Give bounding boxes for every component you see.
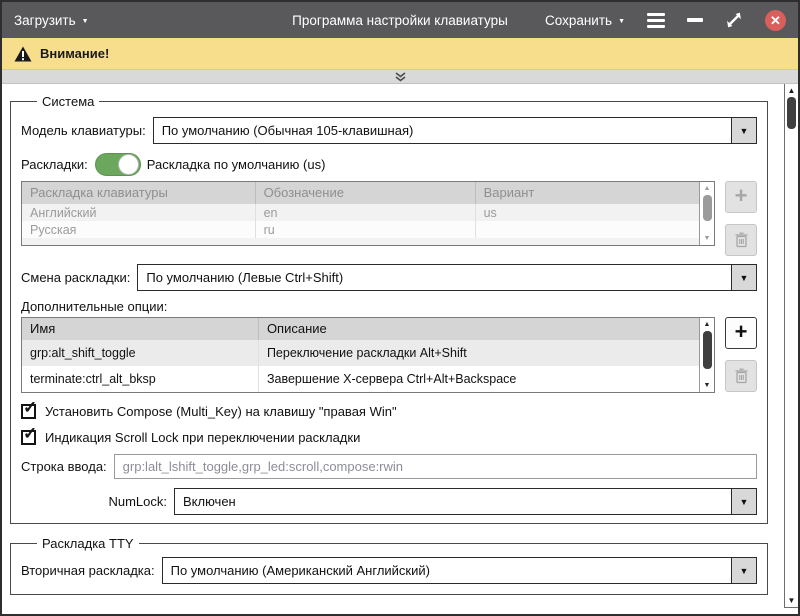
options-table-scrollbar[interactable]: ▲ ▼ [699, 318, 714, 392]
window-scrollbar[interactable]: ▲ ▼ [784, 84, 798, 608]
cell-option-description: Переключение раскладки Alt+Shift [259, 340, 699, 366]
titlebar: Программа настройки клавиатуры Загрузить… [2, 2, 798, 38]
layouts-table-header: Обозначение [256, 182, 476, 204]
compose-checkbox-label: Установить Compose (Multi_Key) на клавиш… [45, 404, 397, 419]
layouts-label: Раскладки: [21, 157, 88, 172]
cell-option-description: Завершение X-сервера Ctrl+Alt+Backspace [259, 366, 699, 392]
scroll-lock-checkbox-label: Индикация Scroll Lock при переключении р… [45, 430, 360, 445]
caret-down-icon: ▼ [82, 16, 89, 25]
table-row[interactable]: terminate:ctrl_alt_bksp Завершение X-сер… [22, 366, 699, 392]
scroll-up-icon[interactable]: ▲ [788, 84, 796, 97]
table-row[interactable]: grp:alt_shift_toggle Переключение раскла… [22, 340, 699, 366]
layouts-toggle-state-label: Раскладка по умолчанию (us) [147, 157, 326, 172]
delete-layout-button[interactable] [725, 224, 757, 256]
delete-option-button[interactable] [725, 360, 757, 392]
cell-option-name: terminate:ctrl_alt_bksp [22, 366, 259, 392]
caret-down-icon: ▼ [618, 16, 625, 25]
plus-icon: + [735, 321, 748, 343]
extra-options-table: Имя Описание grp:alt_shift_toggle Перекл… [21, 317, 715, 393]
input-string-value: grp:lalt_lshift_toggle,grp_led:scroll,co… [123, 459, 403, 474]
layout-switch-value: По умолчанию (Левые Ctrl+Shift) [138, 265, 731, 290]
system-section: Система Модель клавиатуры: По умолчанию … [10, 94, 768, 524]
dropdown-arrow-icon[interactable]: ▼ [731, 118, 756, 143]
add-layout-button[interactable]: + [725, 181, 757, 213]
scroll-down-icon[interactable]: ▼ [704, 232, 711, 245]
cell-option-name: grp:alt_shift_toggle [22, 340, 259, 366]
secondary-layout-value: По умолчанию (Американский Английский) [163, 558, 731, 583]
maximize-icon[interactable] [725, 11, 743, 29]
check-icon: ✓ [23, 398, 37, 418]
layouts-toggle[interactable] [95, 153, 141, 176]
secondary-layout-select[interactable]: По умолчанию (Американский Английский) ▼ [162, 557, 757, 584]
dropdown-arrow-icon[interactable]: ▼ [731, 265, 756, 290]
scrollbar-thumb[interactable] [787, 97, 796, 129]
layouts-table-header: Раскладка клавиатуры [22, 182, 256, 204]
scroll-up-icon[interactable]: ▲ [704, 182, 711, 195]
trash-icon [734, 368, 749, 384]
dropdown-arrow-icon[interactable]: ▼ [731, 558, 756, 583]
plus-icon: + [735, 185, 748, 207]
warning-banner: Внимание! [2, 38, 798, 70]
close-icon: ✕ [770, 14, 781, 27]
cell-layout-variant [476, 221, 699, 238]
cell-layout-name: Русская [22, 221, 256, 238]
load-menu-label: Загрузить [14, 13, 76, 28]
double-chevron-down-icon [394, 72, 407, 82]
scroll-lock-checkbox[interactable]: ✓ [21, 430, 36, 445]
layouts-table-header: Вариант [476, 182, 699, 204]
warning-icon [14, 46, 32, 62]
cell-layout-name: Английский [22, 204, 256, 221]
keyboard-model-value: По умолчанию (Обычная 105-клавишная) [154, 118, 731, 143]
numlock-label: NumLock: [21, 494, 167, 509]
tty-section-legend: Раскладка TTY [37, 536, 139, 551]
input-string-field[interactable]: grp:lalt_lshift_toggle,grp_led:scroll,co… [114, 454, 757, 479]
scroll-down-icon[interactable]: ▼ [704, 379, 711, 392]
secondary-layout-label: Вторичная раскладка: [21, 563, 155, 578]
load-menu-button[interactable]: Загрузить ▼ [14, 13, 89, 28]
dropdown-arrow-icon[interactable]: ▼ [731, 489, 756, 514]
scrollbar-thumb[interactable] [703, 195, 712, 221]
input-string-label: Строка ввода: [21, 459, 107, 474]
layout-switch-select[interactable]: По умолчанию (Левые Ctrl+Shift) ▼ [137, 264, 757, 291]
table-row[interactable]: Русская ru [22, 221, 699, 238]
layouts-table-scrollbar[interactable]: ▲ ▼ [699, 182, 714, 245]
app-window: Программа настройки клавиатуры Загрузить… [0, 0, 800, 616]
numlock-value: Включен [175, 489, 731, 514]
warning-text: Внимание! [40, 46, 109, 61]
layouts-table: Раскладка клавиатуры Обозначение Вариант… [21, 181, 715, 246]
layout-switch-label: Смена раскладки: [21, 270, 130, 285]
scrollbar-thumb[interactable] [703, 331, 712, 369]
tty-section: Раскладка TTY Вторичная раскладка: По ум… [10, 536, 768, 595]
cell-layout-code: ru [256, 221, 476, 238]
scroll-up-icon[interactable]: ▲ [704, 318, 711, 331]
minimize-button[interactable] [687, 18, 703, 22]
compose-checkbox[interactable]: ✓ [21, 404, 36, 419]
table-row[interactable]: Английский en us [22, 204, 699, 221]
extra-options-label: Дополнительные опции: [21, 299, 167, 314]
add-option-button[interactable]: + [725, 317, 757, 349]
trash-icon [734, 232, 749, 248]
options-table-header: Имя [22, 318, 259, 340]
collapse-strip[interactable] [2, 70, 798, 84]
options-table-header: Описание [259, 318, 699, 340]
numlock-select[interactable]: Включен ▼ [174, 488, 757, 515]
main-content: Система Модель клавиатуры: По умолчанию … [2, 94, 798, 616]
keyboard-model-select[interactable]: По умолчанию (Обычная 105-клавишная) ▼ [153, 117, 757, 144]
toggle-knob [118, 154, 139, 175]
cell-layout-code: en [256, 204, 476, 221]
check-icon: ✓ [23, 424, 37, 444]
save-menu-label: Сохранить [545, 13, 612, 28]
cell-layout-variant: us [476, 204, 699, 221]
save-menu-button[interactable]: Сохранить ▼ [545, 13, 625, 28]
hamburger-menu-icon[interactable] [647, 13, 665, 28]
scroll-down-icon[interactable]: ▼ [788, 594, 796, 607]
system-section-legend: Система [37, 94, 99, 109]
keyboard-model-label: Модель клавиатуры: [21, 123, 146, 138]
close-button[interactable]: ✕ [765, 10, 786, 31]
